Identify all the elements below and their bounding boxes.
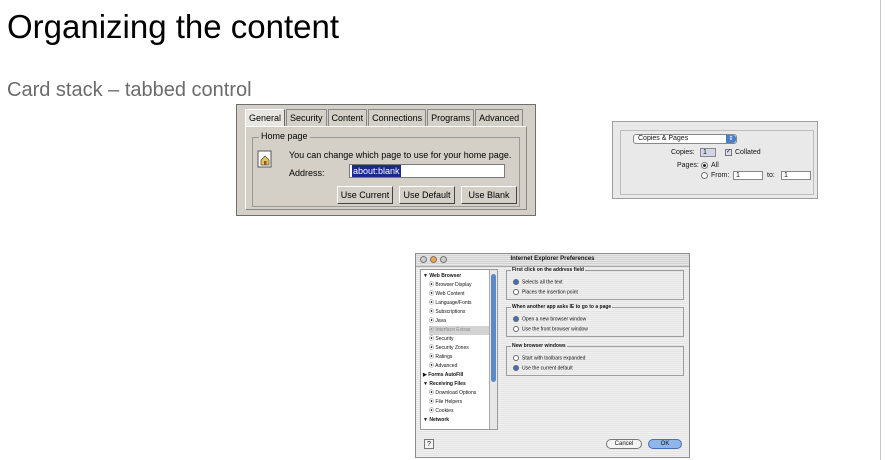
radio-selected-icon [513,365,519,371]
from-page-input[interactable]: 1 [733,171,763,180]
copies-pages-frame: Copies & Pages ⇕ Copies: 1 ✓ Collated Pa… [620,130,814,195]
pages-label: Pages: [677,162,699,169]
slide-title: Organizing the content [7,8,340,45]
option-start-toolbars-expanded[interactable]: Start with toolbars expanded [513,355,585,362]
ie-preferences-window: Internet Explorer Preferences ▼ Web Brow… [415,253,690,458]
sidebar-item-language-fonts[interactable]: ⦿ Language/Fonts [429,299,497,308]
new-windows-group: New browser windows Start with toolbars … [506,343,684,376]
tab-security[interactable]: Security [286,109,327,126]
help-button[interactable]: ? [424,439,434,449]
home-page-group: Home page You can change which page to u… [252,131,520,207]
tab-advanced[interactable]: Advanced [475,109,524,126]
address-value-selected: about:blank [352,165,401,177]
sidebar-item-security-zones[interactable]: ⦿ Security Zones [429,344,497,353]
pages-all-label: All [711,162,719,169]
radio-selected-icon [513,316,519,322]
home-page-icon [257,150,272,168]
slide-edge-divider [880,0,881,460]
address-click-group-title: First click on the address field [511,267,585,273]
address-input[interactable]: about:blank [349,164,505,178]
option-open-new-window[interactable]: Open a new browser window [513,316,586,323]
sidebar-scroll-thumb[interactable] [491,274,496,382]
radio-unselected-icon [513,289,519,295]
copies-label: Copies: [671,149,695,156]
sidebar-item-interface-extras[interactable]: ⦿ Interface Extras [429,326,497,335]
sidebar-item-network[interactable]: ▼ Network [423,416,493,425]
pages-from-label: From: [711,172,730,179]
other-app-group: When another app asks IE to go to a page… [506,304,684,337]
sidebar-item-web-content[interactable]: ⦿ Web Content [429,290,497,299]
option-places-insertion-point[interactable]: Places the insertion point [513,289,578,296]
sidebar-item-java[interactable]: ⦿ Java [429,317,497,326]
copies-input[interactable]: 1 [700,148,716,157]
sidebar-item-security[interactable]: ⦿ Security [429,335,497,344]
preferences-sidebar: ▼ Web Browser ⦿ Browser Display ⦿ Web Co… [420,269,498,430]
option-use-current-default[interactable]: Use the current default [513,365,573,372]
copies-pages-popup-label: Copies & Pages [638,135,689,142]
address-label: Address: [289,168,325,178]
sidebar-item-download-options[interactable]: ⦿ Download Options [429,389,497,398]
other-app-group-title: When another app asks IE to go to a page [511,304,613,310]
pages-all-radio[interactable] [701,162,708,169]
windows-internet-options-dialog: General Security Content Connections Pro… [236,104,536,216]
sidebar-scrollbar[interactable] [489,270,497,429]
sidebar-item-subscriptions[interactable]: ⦿ Subscriptions [429,308,497,317]
address-click-group: First click on the address field Selects… [506,267,684,300]
tab-programs[interactable]: Programs [427,109,475,126]
sidebar-item-cookies[interactable]: ⦿ Cookies [429,407,497,416]
use-blank-button[interactable]: Use Blank [461,186,517,204]
cancel-button[interactable]: Cancel [606,439,642,449]
pages-from-radio[interactable] [701,172,708,179]
tab-general[interactable]: General [245,109,286,126]
option-use-front-window[interactable]: Use the front browser window [513,326,588,333]
sidebar-item-web-browser[interactable]: ▼ Web Browser [423,272,493,281]
general-tab-panel: Home page You can change which page to u… [245,126,527,210]
radio-selected-icon [513,279,519,285]
radio-unselected-icon [513,326,519,332]
mac-copies-pages-panel: Copies & Pages ⇕ Copies: 1 ✓ Collated Pa… [612,121,818,199]
radio-unselected-icon [513,355,519,361]
sidebar-item-receiving-files[interactable]: ▼ Receiving Files [423,380,493,389]
ok-button[interactable]: OK [648,439,682,449]
collated-label: Collated [735,149,761,156]
to-label: to: [767,172,775,179]
home-page-description: You can change which page to use for you… [289,150,512,160]
collated-checkbox[interactable]: ✓ [725,149,732,156]
sidebar-item-advanced[interactable]: ⦿ Advanced [429,362,497,371]
popup-arrows-icon: ⇕ [726,135,736,143]
sidebar-item-ratings[interactable]: ⦿ Ratings [429,353,497,362]
sidebar-item-browser-display[interactable]: ⦿ Browser Display [429,281,497,290]
tab-strip: General Security Content Connections Pro… [245,109,524,126]
sidebar-item-file-helpers[interactable]: ⦿ File Helpers [429,398,497,407]
tab-connections[interactable]: Connections [368,109,427,126]
sidebar-item-forms-autofill[interactable]: ▶ Forms AutoFill [423,371,493,380]
tab-content[interactable]: Content [327,109,368,126]
new-windows-group-title: New browser windows [511,343,567,349]
home-page-group-label: Home page [259,131,310,141]
window-title: Internet Explorer Preferences [510,256,595,262]
option-selects-all-text[interactable]: Selects all the text [513,279,563,286]
slide-subtitle: Card stack – tabbed control [7,79,252,101]
use-default-button[interactable]: Use Default [399,186,455,204]
use-current-button[interactable]: Use Current [337,186,393,204]
window-titlebar: Internet Explorer Preferences [416,254,689,267]
copies-pages-popup[interactable]: Copies & Pages ⇕ [633,134,737,144]
to-page-input[interactable]: 1 [781,171,811,180]
